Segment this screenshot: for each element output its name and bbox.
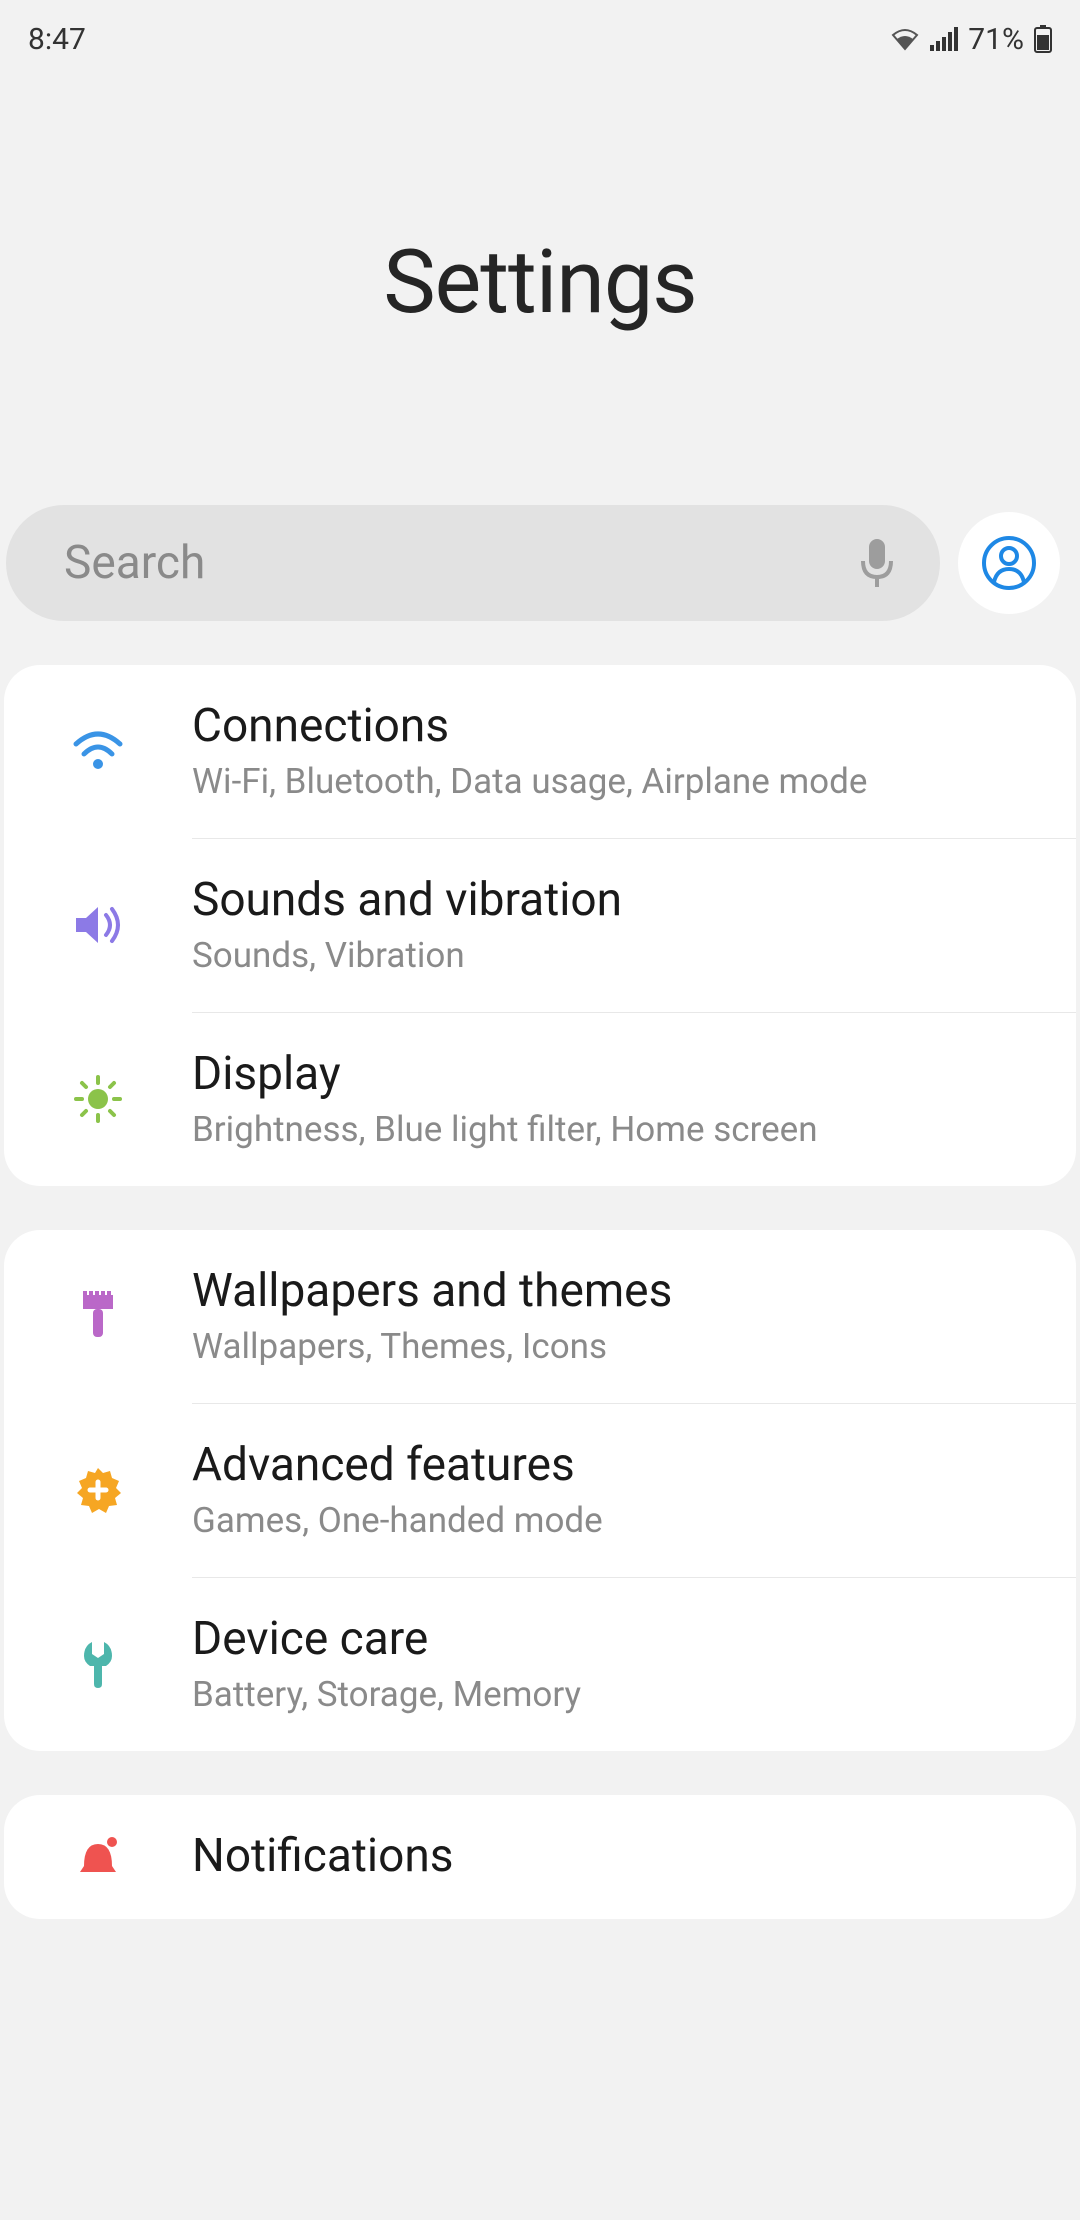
item-title: Device care <box>192 1612 1046 1666</box>
mic-icon[interactable] <box>858 537 896 589</box>
status-bar: 8:47 71% <box>0 0 1080 60</box>
wifi-status-icon <box>890 27 920 51</box>
brightness-icon <box>72 1073 124 1125</box>
item-title: Advanced features <box>192 1438 1046 1492</box>
item-subtitle: Wi-Fi, Bluetooth, Data usage, Airplane m… <box>192 761 1046 802</box>
wrench-icon <box>78 1638 118 1690</box>
settings-item-wallpapers[interactable]: Wallpapers and themes Wallpapers, Themes… <box>4 1230 1076 1403</box>
profile-icon <box>981 535 1037 591</box>
item-subtitle: Games, One-handed mode <box>192 1500 1046 1541</box>
settings-group: Connections Wi-Fi, Bluetooth, Data usage… <box>4 665 1076 1186</box>
item-title: Notifications <box>192 1829 1046 1883</box>
search-placeholder: Search <box>64 536 858 590</box>
item-subtitle: Battery, Storage, Memory <box>192 1674 1046 1715</box>
settings-item-devicecare[interactable]: Device care Battery, Storage, Memory <box>4 1578 1076 1751</box>
speaker-icon <box>72 903 124 947</box>
settings-item-notifications[interactable]: Notifications <box>4 1795 1076 1919</box>
item-title: Connections <box>192 699 1046 753</box>
status-time: 8:47 <box>28 22 86 57</box>
item-subtitle: Brightness, Blue light filter, Home scre… <box>192 1109 1046 1150</box>
signal-status-icon <box>930 27 958 51</box>
page-title: Settings <box>383 231 696 334</box>
battery-status-icon <box>1034 25 1052 53</box>
settings-item-sounds[interactable]: Sounds and vibration Sounds, Vibration <box>4 839 1076 1012</box>
plus-gear-icon <box>73 1465 123 1515</box>
search-input[interactable]: Search <box>6 505 940 621</box>
settings-group: Notifications <box>4 1795 1076 1919</box>
brush-icon <box>77 1291 119 1341</box>
wifi-icon <box>72 730 124 772</box>
item-title: Sounds and vibration <box>192 873 1046 927</box>
settings-group: Wallpapers and themes Wallpapers, Themes… <box>4 1230 1076 1751</box>
settings-item-connections[interactable]: Connections Wi-Fi, Bluetooth, Data usage… <box>4 665 1076 838</box>
settings-item-advanced[interactable]: Advanced features Games, One-handed mode <box>4 1404 1076 1577</box>
item-title: Display <box>192 1047 1046 1101</box>
item-subtitle: Sounds, Vibration <box>192 935 1046 976</box>
settings-item-display[interactable]: Display Brightness, Blue light filter, H… <box>4 1013 1076 1186</box>
battery-percent: 71% <box>968 22 1024 57</box>
item-title: Wallpapers and themes <box>192 1264 1046 1318</box>
profile-button[interactable] <box>958 512 1060 614</box>
item-subtitle: Wallpapers, Themes, Icons <box>192 1326 1046 1367</box>
hero-header: Settings <box>0 60 1080 505</box>
bell-icon <box>74 1834 122 1878</box>
